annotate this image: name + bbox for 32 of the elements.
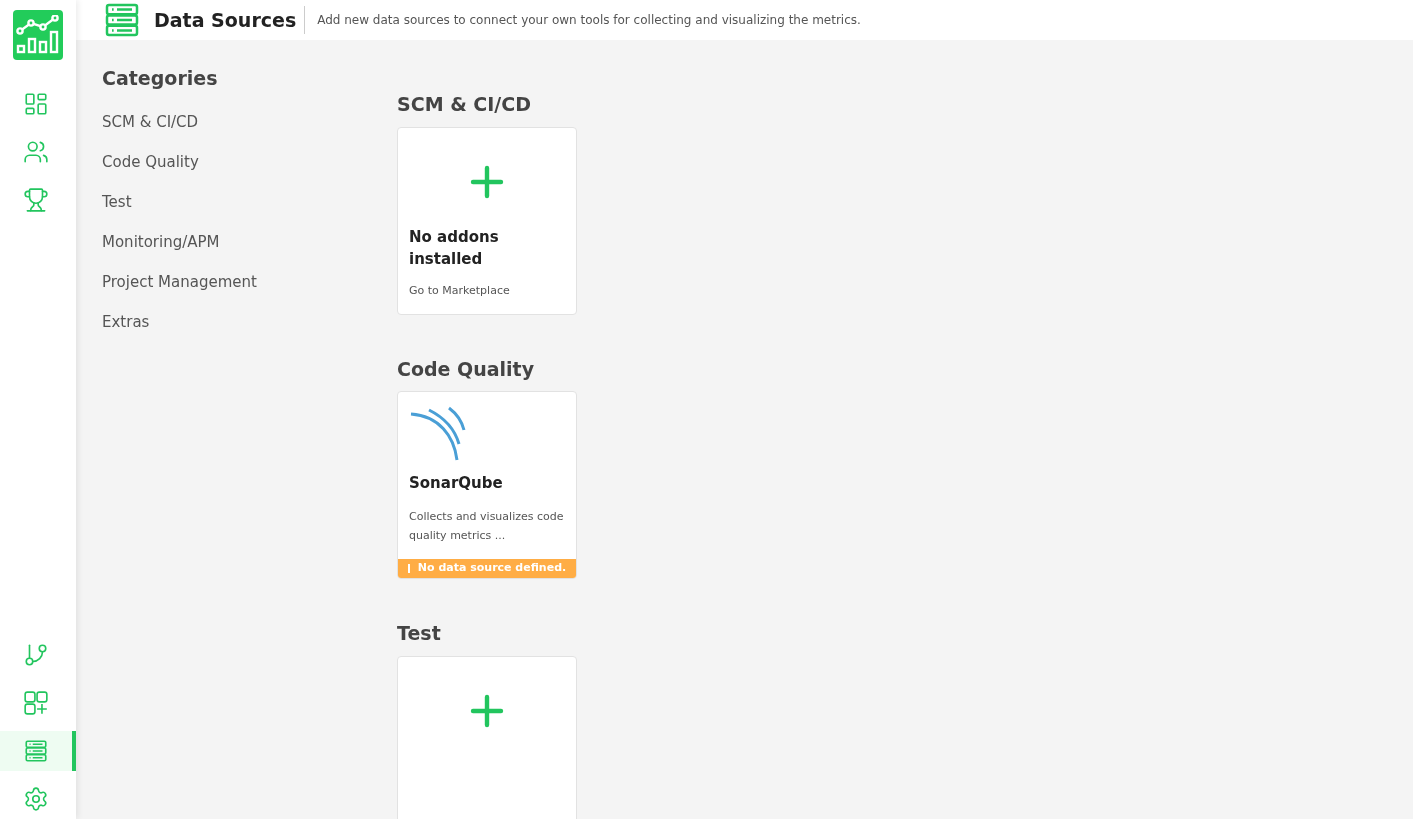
addon-card[interactable]: SonarQube Collects and visualizes code quality metrics ... No data source defined. [397, 391, 577, 579]
category-link[interactable]: Project Management [102, 262, 257, 303]
card-title: SonarQube [408, 473, 504, 494]
people-icon [23, 139, 49, 165]
section-title: Code Quality [397, 356, 536, 382]
add-card[interactable] [397, 655, 577, 819]
page-subtitle: Add new data sources to connect your own tools for collecting and visualizing the metrics. [317, 12, 861, 29]
category-link[interactable]: Code Quality [102, 142, 199, 183]
dashboard-icon [23, 91, 49, 117]
add-card[interactable]: No addons installed Go to Marketplace [397, 126, 577, 315]
category-link[interactable]: Monitoring/APM [102, 222, 220, 263]
exclamation-icon [407, 564, 410, 573]
card-description: Collects and visualizes code quality metrics ... [408, 508, 565, 544]
marketplace-link[interactable]: Go to Marketplace [409, 282, 565, 299]
sidebar-item[interactable] [0, 731, 76, 771]
settings-icon [23, 786, 49, 812]
server-icon [23, 738, 49, 764]
category-link[interactable]: SCM & CI/CD [102, 102, 199, 143]
branch-icon [23, 642, 49, 668]
section-title: Test [397, 621, 442, 646]
grid-plus-icon [23, 690, 49, 716]
card-title: No addons installed [409, 226, 500, 270]
section-title: SCM & CI/CD [397, 92, 532, 117]
chart-logo-icon [16, 15, 60, 55]
trophy-icon [23, 187, 49, 213]
page-title: Data Sources [154, 5, 306, 35]
category-link[interactable]: Extras [102, 302, 150, 343]
waves-logo [409, 406, 467, 462]
warning-text: No data source defined. [417, 560, 567, 577]
categories-title: Categories [102, 66, 219, 91]
app-logo[interactable] [13, 10, 63, 60]
category-link[interactable]: Test [102, 182, 132, 223]
